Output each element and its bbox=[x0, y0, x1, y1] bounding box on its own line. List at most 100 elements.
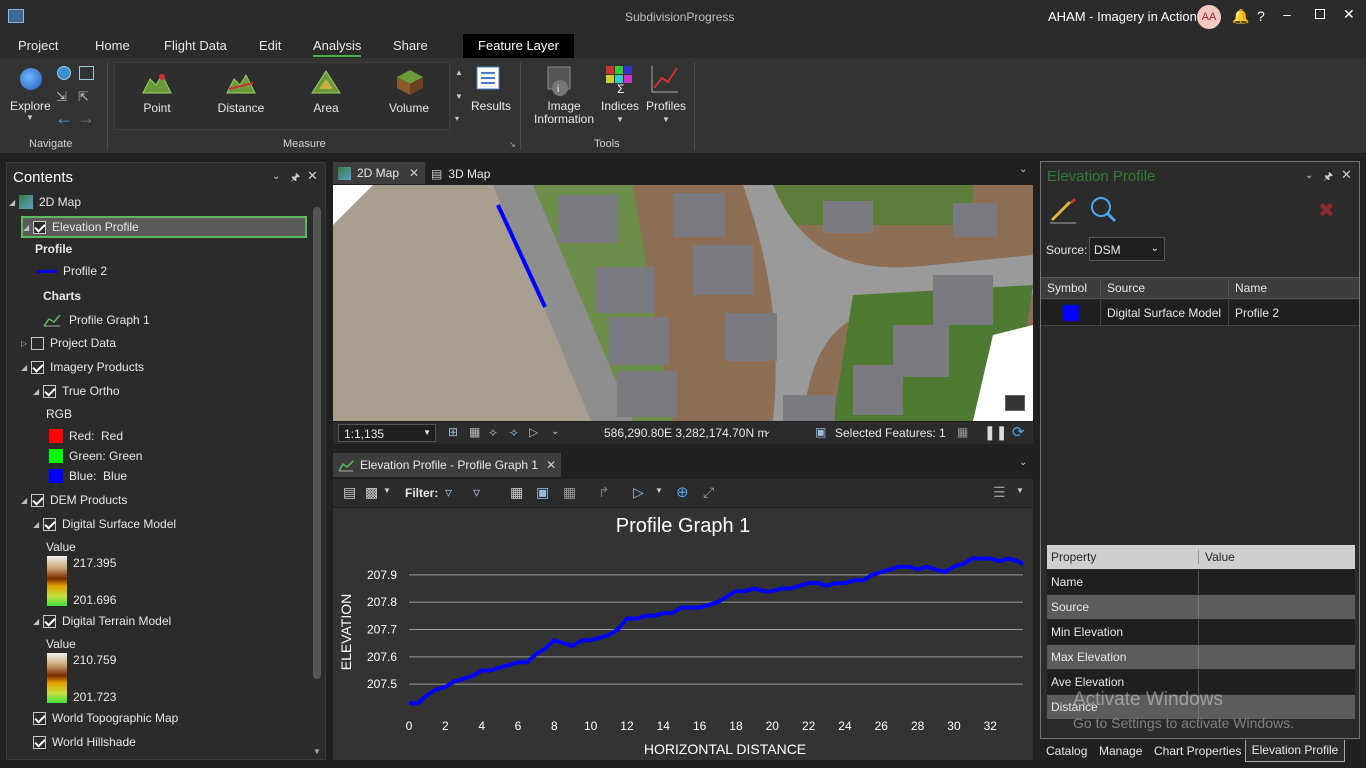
layer-checkbox[interactable] bbox=[33, 220, 46, 234]
grid-icon[interactable]: ⊞ bbox=[448, 425, 458, 439]
refresh-icon[interactable]: ⟳ bbox=[1012, 423, 1025, 441]
profiles-button[interactable]: Profiles bbox=[643, 99, 689, 113]
search-icon[interactable] bbox=[1089, 195, 1117, 223]
zoom-in-fixed-icon[interactable]: ⇲ bbox=[56, 89, 67, 105]
gallery-scroll-up-icon[interactable]: ▲ bbox=[455, 68, 463, 77]
layer-checkbox[interactable] bbox=[31, 336, 44, 350]
tree-dsm[interactable]: ◢ Digital Surface Model bbox=[33, 514, 176, 534]
pane-close-icon[interactable]: ✕ bbox=[307, 168, 318, 184]
properties-icon[interactable]: ▤ bbox=[343, 484, 356, 501]
layer-checkbox[interactable] bbox=[43, 614, 56, 628]
chart-area[interactable]: Profile Graph 1 ELEVATION HORIZONTAL DIS… bbox=[333, 508, 1033, 760]
tab-edit[interactable]: Edit bbox=[259, 38, 281, 53]
layer-checkbox[interactable] bbox=[33, 735, 46, 749]
pane-close-icon[interactable]: ✕ bbox=[1341, 167, 1352, 183]
layer-checkbox[interactable] bbox=[31, 493, 44, 507]
table-icon[interactable]: ▦ bbox=[469, 425, 480, 439]
collapse-icon[interactable]: ◢ bbox=[23, 223, 33, 232]
zoom-out-fixed-icon[interactable]: ⇱ bbox=[78, 89, 89, 105]
account-name[interactable]: AHAM - Imagery in Action bbox=[1048, 9, 1197, 24]
header-symbol[interactable]: Symbol bbox=[1041, 281, 1101, 295]
globe-icon[interactable] bbox=[57, 66, 71, 80]
select-tool-icon[interactable]: ▷ bbox=[633, 484, 644, 501]
collapse-icon[interactable]: ◢ bbox=[21, 496, 31, 505]
help-icon[interactable]: ? bbox=[1257, 8, 1265, 24]
minimize-icon[interactable]: – bbox=[1283, 6, 1291, 22]
tab-project[interactable]: Project bbox=[18, 38, 58, 53]
profiles-dropdown-icon[interactable]: ▼ bbox=[662, 115, 670, 124]
tab-share[interactable]: Share bbox=[393, 38, 428, 53]
tab-elevation-profile[interactable]: Elevation Profile bbox=[1245, 740, 1345, 762]
layer-checkbox[interactable] bbox=[31, 360, 44, 374]
header-value[interactable]: Value bbox=[1199, 550, 1355, 564]
image-information-icon[interactable]: i bbox=[546, 65, 578, 97]
source-select[interactable]: DSM ⌄ bbox=[1089, 237, 1165, 261]
zoom-layer-icon[interactable] bbox=[79, 66, 94, 80]
chevron-down-icon[interactable]: ▼ bbox=[26, 113, 34, 122]
layer-checkbox[interactable] bbox=[43, 517, 56, 531]
results-button[interactable]: Results bbox=[468, 99, 514, 113]
header-name[interactable]: Name bbox=[1229, 281, 1359, 295]
pane-options-icon[interactable]: ⌄ bbox=[272, 171, 280, 182]
pin-icon[interactable]: 🖈 bbox=[1323, 168, 1333, 187]
explore-globe-icon[interactable] bbox=[20, 68, 42, 90]
select-dropdown-icon[interactable]: ▼ bbox=[655, 486, 663, 495]
pause-icon[interactable]: ❚❚ bbox=[984, 424, 1007, 441]
clear-selection-icon[interactable]: ▦ bbox=[563, 484, 576, 501]
tree-world-hillshade[interactable]: World Hillshade bbox=[33, 732, 136, 752]
view-options-icon[interactable]: ⌄ bbox=[1019, 457, 1027, 468]
pin-icon[interactable]: 🖈 bbox=[290, 169, 300, 188]
selected-features[interactable]: Selected Features: 1 bbox=[835, 426, 946, 440]
tree-imagery-products[interactable]: ◢ Imagery Products bbox=[21, 357, 144, 377]
notification-icon[interactable]: 🔔 bbox=[1232, 8, 1249, 25]
close-icon[interactable]: ✕ bbox=[1343, 6, 1355, 23]
area-button[interactable]: Area bbox=[301, 101, 351, 115]
header-source[interactable]: Source bbox=[1101, 281, 1229, 295]
distance-button[interactable]: Distance bbox=[211, 101, 271, 115]
results-icon[interactable] bbox=[475, 65, 501, 91]
collapse-icon[interactable]: ◢ bbox=[33, 617, 43, 626]
tab-feature-layer[interactable]: Feature Layer bbox=[463, 34, 574, 58]
distance-measure-icon[interactable] bbox=[226, 69, 256, 95]
constraints-icon[interactable]: ⟢ bbox=[509, 425, 518, 440]
toolbar-options-icon[interactable]: ▼ bbox=[1016, 486, 1024, 495]
basemap-icon[interactable] bbox=[1005, 395, 1025, 411]
area-measure-icon[interactable] bbox=[311, 69, 341, 95]
full-extent-icon[interactable]: ⤢ bbox=[703, 484, 714, 501]
add-chart-icon[interactable]: ▩ bbox=[365, 484, 378, 501]
tab-close-icon[interactable]: ✕ bbox=[546, 458, 556, 472]
list-icon[interactable]: ☰ bbox=[993, 484, 1006, 501]
filter-extent-icon[interactable]: ▿ bbox=[445, 484, 452, 501]
expand-icon[interactable]: ▷ bbox=[21, 339, 31, 348]
collapse-icon[interactable]: ◢ bbox=[33, 387, 43, 396]
tab-close-icon[interactable]: ✕ bbox=[409, 166, 419, 180]
tree-profile-2[interactable]: Profile 2 bbox=[37, 261, 107, 281]
table-view-icon[interactable]: ▦ bbox=[510, 484, 523, 501]
table-row[interactable]: Digital Surface Model Profile 2 bbox=[1041, 299, 1359, 326]
selected-features-icon[interactable]: ▣ bbox=[815, 425, 826, 439]
header-property[interactable]: Property bbox=[1047, 550, 1199, 564]
scroll-down-icon[interactable]: ▼ bbox=[313, 747, 321, 756]
forward-icon[interactable]: → bbox=[77, 108, 95, 129]
contents-scrollbar[interactable] bbox=[313, 207, 321, 679]
indices-button[interactable]: Indices bbox=[598, 99, 642, 113]
pane-options-icon[interactable]: ⌄ bbox=[1305, 170, 1313, 181]
indices-dropdown-icon[interactable]: ▼ bbox=[616, 115, 624, 124]
indices-icon[interactable]: Σ bbox=[605, 65, 633, 93]
tree-dem-products[interactable]: ◢ DEM Products bbox=[21, 490, 127, 510]
zoom-icon[interactable]: ⊕ bbox=[676, 483, 689, 501]
switch-selection-icon[interactable]: ▣ bbox=[536, 484, 549, 501]
explore-button[interactable]: Explore bbox=[10, 99, 51, 113]
volume-measure-icon[interactable] bbox=[395, 68, 425, 96]
back-icon[interactable]: ← bbox=[55, 108, 73, 129]
point-button[interactable]: Point bbox=[132, 101, 182, 115]
draw-profile-icon[interactable] bbox=[1048, 196, 1078, 224]
filter-selection-icon[interactable]: ▿ bbox=[473, 484, 480, 501]
tab-2d-map[interactable]: 2D Map ✕ bbox=[333, 162, 425, 184]
collapse-icon[interactable]: ◢ bbox=[9, 198, 19, 207]
image-information-label-2[interactable]: Information bbox=[527, 112, 601, 126]
scale-select[interactable]: 1:1,135 ▼ bbox=[338, 424, 436, 442]
image-information-label-1[interactable]: Image bbox=[537, 99, 591, 113]
tab-home[interactable]: Home bbox=[95, 38, 130, 53]
tree-2d-map[interactable]: ◢ 2D Map bbox=[9, 192, 81, 212]
